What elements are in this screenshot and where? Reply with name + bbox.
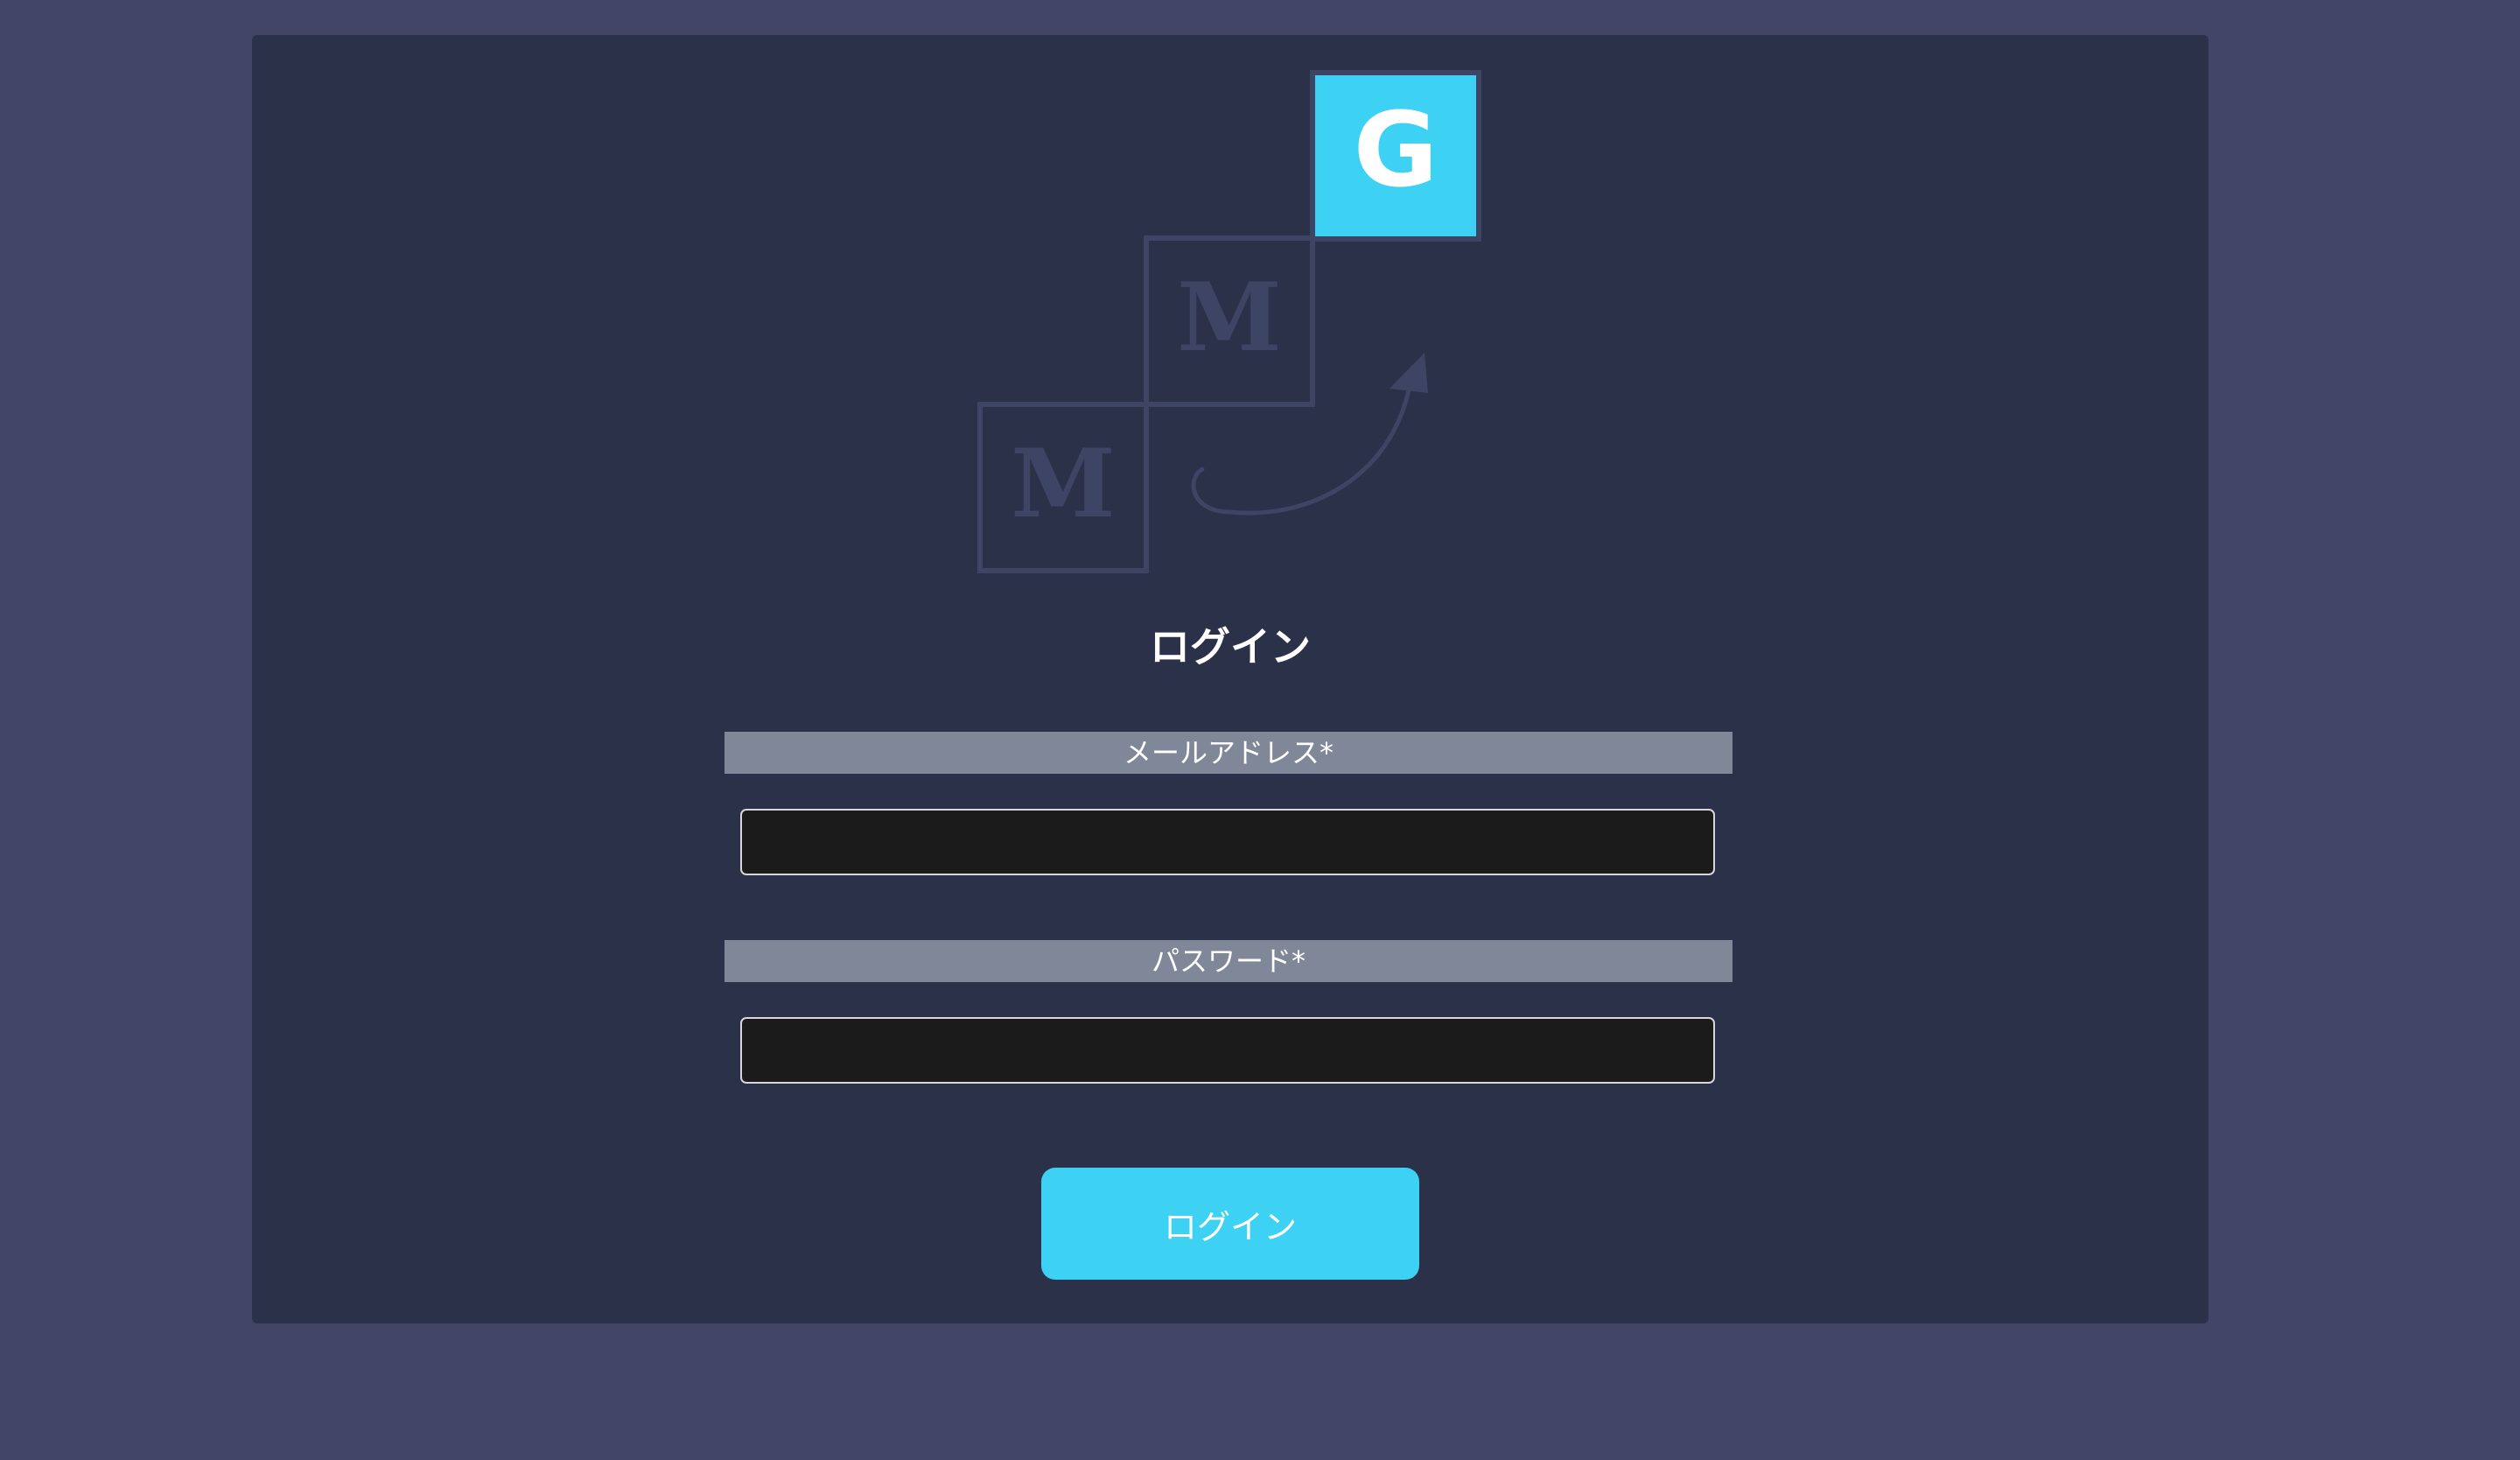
logo-box-m-bottom: M [977,402,1149,573]
page-title: ログイン [1150,623,1311,670]
email-field[interactable] [740,809,1715,875]
logo-letter-m-middle: M [1177,263,1282,373]
logo-letter-g: G [1354,89,1438,210]
logo-box-g: G [1310,70,1481,242]
login-card: M M G ログイン メールアドレス* パスワード* ログイン [252,35,2208,1323]
password-field[interactable] [740,1017,1715,1084]
login-button[interactable]: ログイン [1041,1168,1419,1280]
app-logo: M M G [977,70,1481,573]
logo-box-m-middle: M [1144,235,1315,407]
password-label: パスワード* [724,940,1732,982]
email-label: メールアドレス* [724,732,1732,774]
logo-letter-m-bottom: M [1011,429,1116,539]
